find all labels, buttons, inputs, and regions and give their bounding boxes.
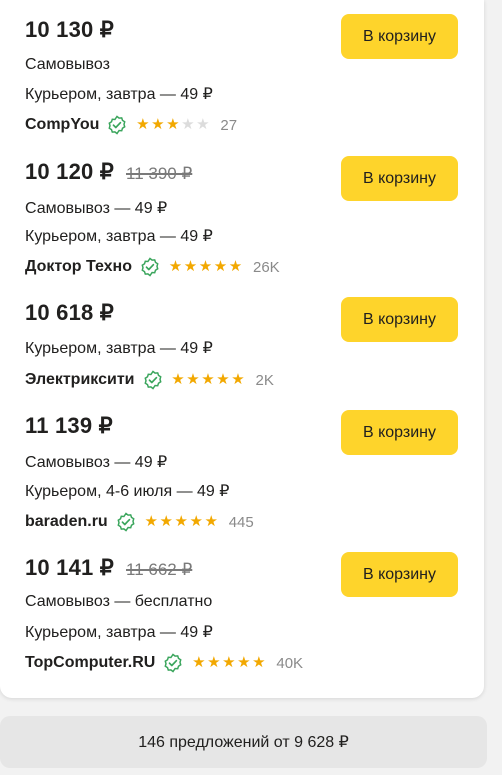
- add-to-cart-button[interactable]: В корзину: [341, 156, 458, 201]
- seller-row: Доктор Техно ★ ★ ★ ★ ★ 26K: [25, 257, 280, 277]
- delivery-courier: Курьером, завтра — 49 ₽: [25, 228, 213, 245]
- star-icon: ★: [207, 654, 221, 671]
- offer-price: 10 130 ₽: [25, 17, 114, 42]
- reviews-count[interactable]: 445: [229, 514, 254, 531]
- star-icon: ★: [213, 258, 228, 275]
- star-icon: ★: [237, 654, 251, 671]
- seller-name[interactable]: CompYou: [25, 116, 99, 134]
- old-price: 11 390 ₽: [126, 164, 193, 183]
- star-icon: ★: [204, 513, 218, 530]
- reviews-count[interactable]: 27: [220, 117, 237, 134]
- verified-check-icon: [143, 370, 163, 390]
- star-icon: ★: [174, 513, 188, 530]
- seller-row: TopComputer.RU ★ ★ ★ ★ ★ 40K: [25, 653, 303, 673]
- star-icon: ★: [136, 116, 150, 133]
- reviews-count[interactable]: 40K: [276, 655, 303, 672]
- star-icon: ★: [252, 654, 266, 671]
- delivery-pickup: Самовывоз: [25, 56, 110, 73]
- star-icon: ★: [201, 371, 215, 388]
- star-icon: ★: [151, 116, 165, 133]
- delivery-courier: Курьером, завтра — 49 ₽: [25, 86, 213, 103]
- star-icon: ★: [192, 654, 206, 671]
- star-icon: ★: [168, 258, 183, 275]
- delivery-pickup: Самовывоз — бесплатно: [25, 593, 213, 610]
- star-icon: ★: [222, 654, 236, 671]
- seller-name[interactable]: baraden.ru: [25, 513, 108, 531]
- delivery-courier: Курьером, завтра — 49 ₽: [25, 340, 213, 357]
- price-line: 11 139 ₽: [25, 413, 113, 439]
- seller-name[interactable]: Электриксити: [25, 371, 135, 389]
- seller-name[interactable]: TopComputer.RU: [25, 654, 155, 672]
- seller-row: CompYou ★ ★ ★ ★ ★ 27: [25, 115, 237, 135]
- offer-price: 11 139 ₽: [25, 413, 113, 438]
- rating-stars: ★ ★ ★ ★ ★: [191, 655, 266, 671]
- old-price: 11 662 ₽: [126, 560, 193, 579]
- star-icon: ★: [228, 258, 243, 275]
- add-to-cart-button[interactable]: В корзину: [341, 14, 458, 59]
- delivery-pickup: Самовывоз — 49 ₽: [25, 454, 168, 471]
- delivery-courier: Курьером, 4-6 июля — 49 ₽: [25, 483, 230, 500]
- reviews-count[interactable]: 2K: [256, 372, 274, 389]
- verified-check-icon: [116, 512, 136, 532]
- star-icon: ★: [171, 371, 185, 388]
- star-icon: ★: [189, 513, 203, 530]
- star-icon: ★: [144, 513, 158, 530]
- star-icon: ★: [231, 371, 245, 388]
- seller-row: Электриксити ★ ★ ★ ★ ★ 2K: [25, 370, 274, 390]
- reviews-count[interactable]: 26K: [253, 259, 280, 276]
- price-line: 10 130 ₽: [25, 17, 114, 43]
- all-offers-button[interactable]: 146 предложений от 9 628 ₽: [0, 716, 487, 768]
- delivery-pickup: Самовывоз — 49 ₽: [25, 200, 168, 217]
- rating-stars: ★ ★ ★ ★ ★: [168, 259, 243, 275]
- offer-price: 10 618 ₽: [25, 300, 114, 325]
- all-offers-label: 146 предложений от 9 628 ₽: [138, 734, 349, 751]
- rating-stars: ★ ★ ★ ★ ★: [135, 117, 210, 133]
- delivery-courier: Курьером, завтра — 49 ₽: [25, 624, 213, 641]
- offers-card: 10 130 ₽ Самовывоз Курьером, завтра — 49…: [0, 0, 484, 698]
- price-line: 10 618 ₽: [25, 300, 114, 326]
- seller-name[interactable]: Доктор Техно: [25, 258, 132, 276]
- star-icon: ★: [159, 513, 173, 530]
- add-to-cart-button[interactable]: В корзину: [341, 297, 458, 342]
- add-to-cart-button[interactable]: В корзину: [341, 410, 458, 455]
- star-icon: ★: [216, 371, 230, 388]
- verified-check-icon: [163, 653, 183, 673]
- add-to-cart-button[interactable]: В корзину: [341, 552, 458, 597]
- star-icon: ★: [181, 116, 195, 133]
- seller-row: baraden.ru ★ ★ ★ ★ ★ 445: [25, 512, 254, 532]
- star-icon: ★: [198, 258, 213, 275]
- star-icon: ★: [166, 116, 180, 133]
- star-icon: ★: [196, 116, 210, 133]
- star-icon: ★: [183, 258, 198, 275]
- verified-check-icon: [140, 257, 160, 277]
- offer-price: 10 120 ₽: [25, 159, 114, 184]
- rating-stars: ★ ★ ★ ★ ★: [144, 514, 219, 530]
- verified-check-icon: [107, 115, 127, 135]
- price-line: 10 120 ₽ 11 390 ₽: [25, 159, 192, 185]
- rating-stars: ★ ★ ★ ★ ★: [171, 372, 246, 388]
- price-line: 10 141 ₽ 11 662 ₽: [25, 555, 192, 581]
- star-icon: ★: [186, 371, 200, 388]
- offer-price: 10 141 ₽: [25, 555, 114, 580]
